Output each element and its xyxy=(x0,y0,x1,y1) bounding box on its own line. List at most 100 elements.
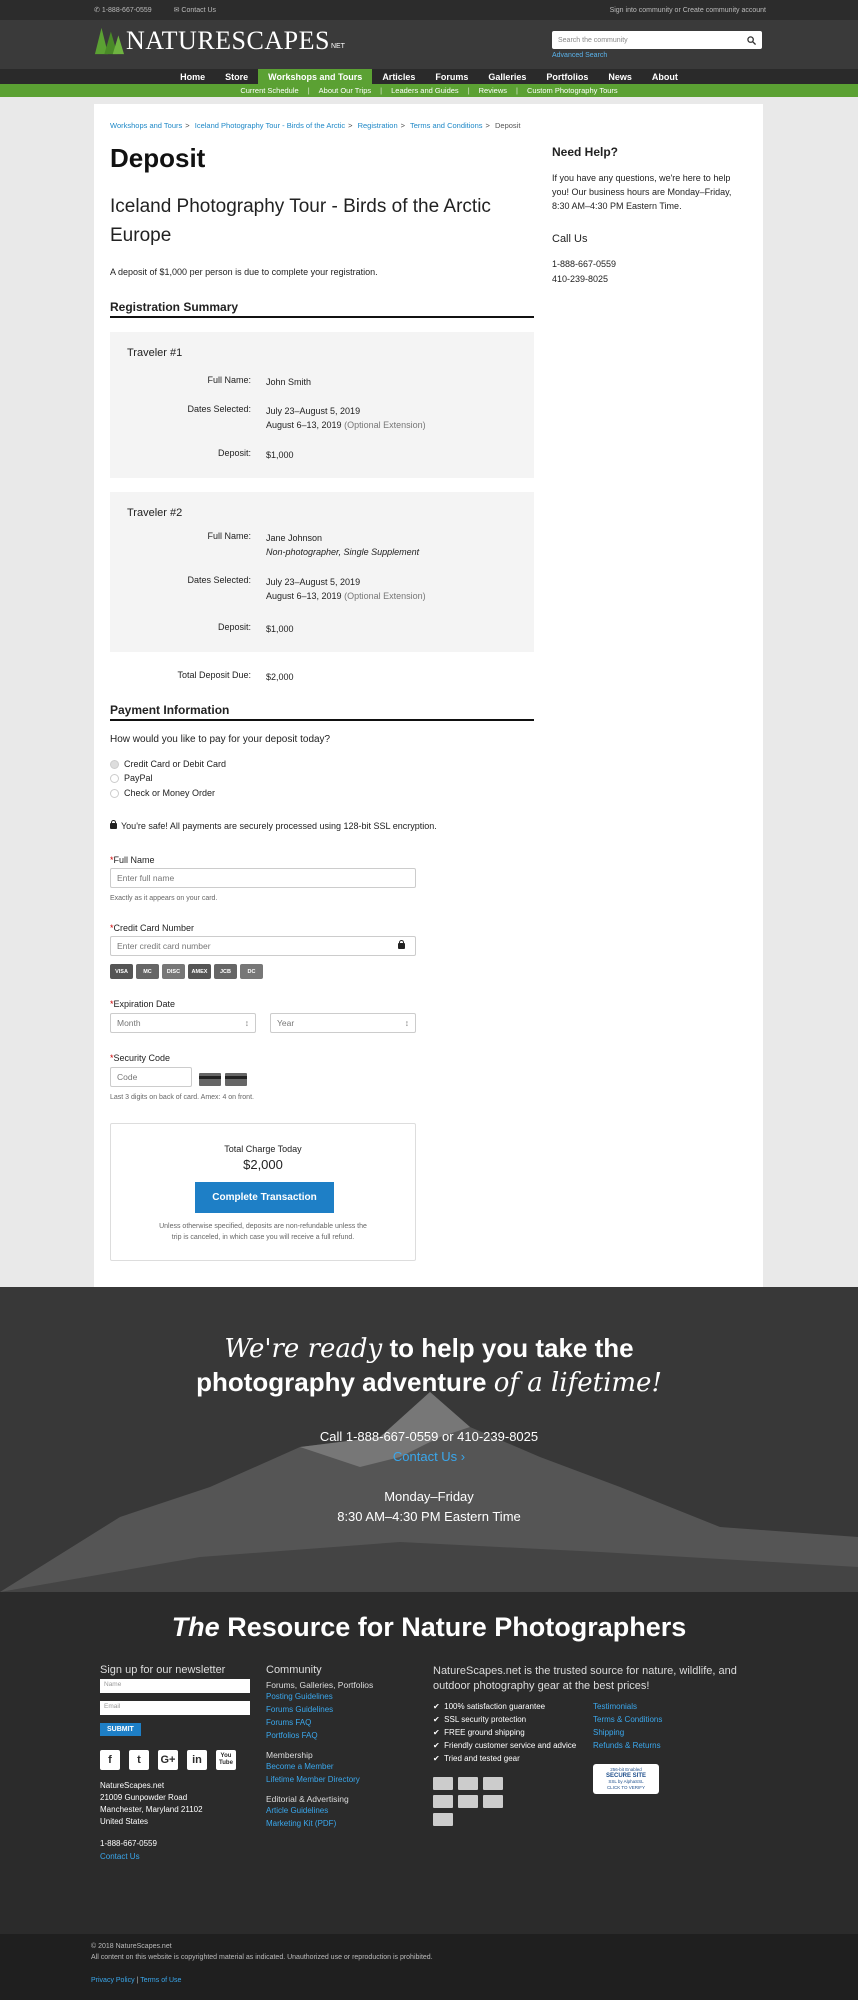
nav-forums[interactable]: Forums xyxy=(425,69,478,84)
subnav-divider: | xyxy=(307,86,310,95)
privacy-policy-link[interactable]: Privacy Policy xyxy=(91,1977,135,1984)
advanced-search-link[interactable]: Advanced Search xyxy=(552,52,607,59)
footer-link[interactable]: Terms & Conditions xyxy=(593,1713,662,1726)
secure-site-seal[interactable]: 256-bit Enabled SECURE SITE SSL by Alpha… xyxy=(593,1764,659,1794)
top-phone[interactable]: 1-888-667-0559 xyxy=(102,7,152,14)
footer-link[interactable]: Become a Member xyxy=(266,1760,416,1773)
nav-news[interactable]: News xyxy=(598,69,642,84)
subnav-divider: | xyxy=(380,86,383,95)
field-placeholder: Code xyxy=(117,1072,138,1082)
footer-link[interactable]: Marketing Kit (PDF) xyxy=(266,1817,416,1830)
security-code-label: *Security Code xyxy=(110,1053,170,1063)
subnav-reviews[interactable]: Reviews xyxy=(479,86,507,95)
nav-workshops[interactable]: Workshops and Tours xyxy=(258,69,373,84)
radio-button[interactable] xyxy=(110,759,119,769)
footer-link[interactable]: Portfolios FAQ xyxy=(266,1729,416,1742)
phone-number[interactable]: 410-239-8025 xyxy=(552,274,608,284)
benefit-item: ✔ Tried and tested gear xyxy=(433,1754,520,1763)
sign-in-link[interactable]: Sign into community xyxy=(610,7,673,14)
main-content: Workshops and Tours > Iceland Photography… xyxy=(94,104,763,1287)
footer-contact-link[interactable]: Contact Us xyxy=(100,1850,260,1863)
security-code-field[interactable]: Code xyxy=(110,1067,192,1087)
breadcrumb-current: Deposit xyxy=(495,121,521,130)
newsletter-submit-button[interactable]: SUBMIT xyxy=(100,1723,141,1736)
cta-script-2: of a lifetime! xyxy=(493,1368,662,1398)
radio-button[interactable] xyxy=(110,788,119,798)
breadcrumb-terms[interactable]: Terms and Conditions xyxy=(410,121,483,130)
nav-store[interactable]: Store xyxy=(215,69,258,84)
facebook-icon[interactable]: f xyxy=(100,1750,120,1770)
radio-paypal[interactable]: PayPal xyxy=(110,773,153,783)
cta-text-2: photography adventure xyxy=(196,1367,487,1397)
nav-articles[interactable]: Articles xyxy=(372,69,425,84)
main-nav: Home Store Workshops and Tours Articles … xyxy=(0,69,858,84)
select-value: Month xyxy=(117,1018,141,1028)
nav-about[interactable]: About xyxy=(642,69,688,84)
footer-link[interactable]: Lifetime Member Directory xyxy=(266,1773,416,1786)
subnav-leaders[interactable]: Leaders and Guides xyxy=(391,86,459,95)
google-plus-icon[interactable]: G+ xyxy=(158,1750,178,1770)
date-primary: July 23–August 5, 2019 xyxy=(266,406,361,416)
youtube-icon[interactable]: You Tube xyxy=(216,1750,236,1770)
nav-home[interactable]: Home xyxy=(170,69,215,84)
subnav-current-schedule[interactable]: Current Schedule xyxy=(240,86,298,95)
membership-title: Membership xyxy=(266,1750,313,1760)
subnav-divider: | xyxy=(467,86,470,95)
label-text: Security Code xyxy=(113,1053,171,1063)
radio-label: PayPal xyxy=(124,773,153,783)
link-separator: | xyxy=(136,1977,139,1984)
breadcrumb-workshops[interactable]: Workshops and Tours xyxy=(110,121,182,130)
trust-links: Testimonials Terms & Conditions Shipping… xyxy=(593,1700,662,1831)
footer-link[interactable]: Shipping xyxy=(593,1726,662,1739)
contact-link[interactable]: ✉ Contact Us xyxy=(174,7,226,14)
newsletter-name-input[interactable]: Name xyxy=(100,1679,250,1693)
footer-link[interactable]: Article Guidelines xyxy=(266,1804,416,1817)
footer-headline-text: Resource for Nature Photographers xyxy=(227,1612,687,1642)
footer-link[interactable]: Testimonials xyxy=(593,1700,662,1713)
logo-suffix: NET xyxy=(330,43,345,50)
full-name-value: John Smith xyxy=(266,377,312,387)
nav-galleries[interactable]: Galleries xyxy=(478,69,536,84)
footer-link[interactable]: Forums FAQ xyxy=(266,1716,416,1729)
total-charge-box: Total Charge Today $2,000 Complete Trans… xyxy=(110,1123,416,1261)
month-select[interactable]: Month ↕ xyxy=(110,1013,256,1033)
site-logo[interactable]: NATURESCAPES NET xyxy=(94,26,345,56)
subnav-about-trips[interactable]: About Our Trips xyxy=(319,86,372,95)
newsletter-email-input[interactable]: Email xyxy=(100,1701,250,1715)
card-number-label: *Credit Card Number xyxy=(110,923,194,933)
breadcrumb-registration[interactable]: Registration xyxy=(358,121,398,130)
create-account-link[interactable]: Create community account xyxy=(683,7,766,14)
cta-contact-link[interactable]: Contact Us › xyxy=(0,1449,858,1464)
card-number-field[interactable]: Enter credit card number xyxy=(110,936,416,956)
help-title: Need Help? xyxy=(552,145,619,159)
footer-phone[interactable]: 1-888-667-0559 xyxy=(100,1838,260,1850)
visa-icon: VISA xyxy=(110,964,133,979)
phone-number[interactable]: 1-888-667-0559 xyxy=(552,259,616,269)
community-column: Community Forums, Galleries, Portfolios … xyxy=(266,1664,416,1830)
footer-link[interactable]: Refunds & Returns xyxy=(593,1739,662,1752)
terms-of-use-link[interactable]: Terms of Use xyxy=(140,1977,181,1984)
deposit-label: Deposit: xyxy=(217,448,251,458)
footer-link[interactable]: Forums Guidelines xyxy=(266,1703,416,1716)
phone-link[interactable]: ✆ 1-888-667-0559 xyxy=(94,7,162,14)
breadcrumb-tour[interactable]: Iceland Photography Tour - Birds of the … xyxy=(195,121,345,130)
full-name-field[interactable]: Enter full name xyxy=(110,868,416,888)
year-select[interactable]: Year ↕ xyxy=(270,1013,416,1033)
discover-icon xyxy=(433,1795,453,1808)
footer-link[interactable]: Posting Guidelines xyxy=(266,1690,416,1703)
radio-credit-card[interactable]: Credit Card or Debit Card xyxy=(110,759,226,769)
diners-icon: DC xyxy=(240,964,263,979)
subnav-custom-tours[interactable]: Custom Photography Tours xyxy=(527,86,618,95)
twitter-icon[interactable]: t xyxy=(129,1750,149,1770)
complete-transaction-button[interactable]: Complete Transaction xyxy=(195,1182,334,1213)
address-line: NatureScapes.net xyxy=(100,1781,165,1790)
search-icon[interactable] xyxy=(747,35,756,45)
dates-values: July 23–August 5, 2019 August 6–13, 2019… xyxy=(266,575,426,603)
search-input[interactable]: Search the community xyxy=(552,31,762,49)
linkedin-icon[interactable]: in xyxy=(187,1750,207,1770)
top-contact[interactable]: Contact Us xyxy=(181,7,216,14)
radio-button[interactable] xyxy=(110,773,119,783)
radio-check[interactable]: Check or Money Order xyxy=(110,788,215,798)
nav-portfolios[interactable]: Portfolios xyxy=(536,69,598,84)
breadcrumb: Workshops and Tours > Iceland Photography… xyxy=(110,121,520,130)
